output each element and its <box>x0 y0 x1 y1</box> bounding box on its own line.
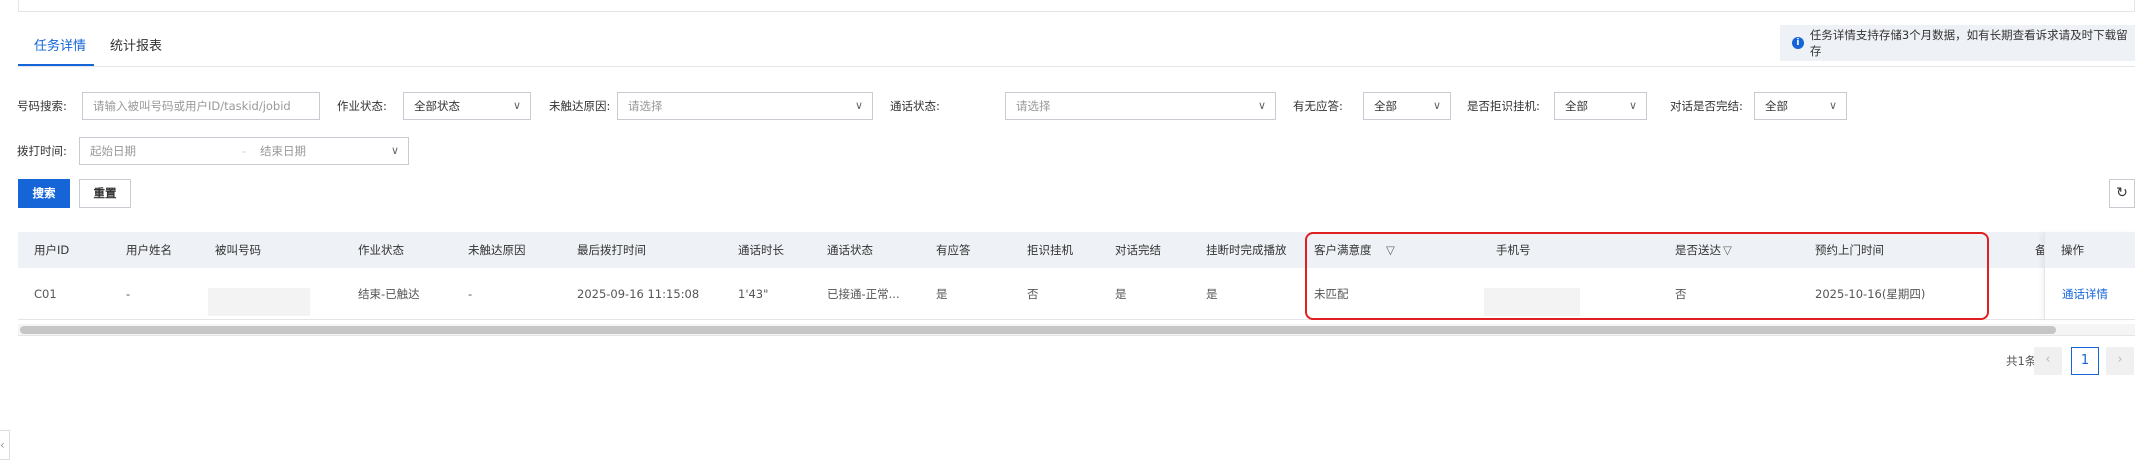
info-icon: i <box>1792 37 1804 49</box>
chevron-down-icon: ∨ <box>390 144 399 157</box>
chevron-left-icon: ‹ <box>0 438 5 452</box>
header-call-status: 通话状态 <box>827 243 873 257</box>
cell-reject-hangup: 否 <box>1027 287 1039 301</box>
call-status-placeholder: 请选择 <box>1016 99 1051 113</box>
total-count: 共1条 <box>2006 354 2037 368</box>
header-unreached-reason: 未触达原因 <box>468 243 526 257</box>
cell-user-name: - <box>126 287 131 301</box>
cell-job-status: 结束-已触达 <box>358 287 420 301</box>
range-separator: - <box>242 144 247 158</box>
next-page-button[interactable]: › <box>2106 347 2134 375</box>
header-job-status: 作业状态 <box>358 243 404 257</box>
job-status-select[interactable]: 全部状态 ∨ <box>403 92 531 120</box>
cell-answered: 是 <box>936 287 948 301</box>
header-called-number: 被叫号码 <box>215 243 261 257</box>
notice-banner: i 任务详情支持存储3个月数据，如有长期查看诉求请及时下载留存 <box>1780 25 2135 61</box>
refresh-button[interactable]: ↻ <box>2109 179 2135 208</box>
unreached-reason-select[interactable]: 请选择 ∨ <box>617 92 873 120</box>
reset-button[interactable]: 重置 <box>79 179 131 208</box>
chevron-down-icon: ∨ <box>1432 99 1441 112</box>
prev-page-button[interactable]: ‹ <box>2034 347 2062 375</box>
header-remark: 备 <box>2035 243 2044 257</box>
number-search-label: 号码搜索: <box>17 99 67 113</box>
header-user-id: 用户ID <box>34 243 70 257</box>
cell-dialog-complete: 是 <box>1115 287 1127 301</box>
header-dialog-complete: 对话完结 <box>1115 243 1161 257</box>
cell-hangup-playback-complete: 是 <box>1206 287 1218 301</box>
cell-user-id: C01 <box>34 287 57 301</box>
sidebar-collapse-toggle[interactable]: ‹ <box>0 430 10 460</box>
dialog-complete-value: 全部 <box>1765 99 1788 113</box>
dial-time-label: 拨打时间: <box>17 144 67 158</box>
header-action: 操作 <box>2061 243 2084 257</box>
end-date-input[interactable]: 结束日期 <box>260 138 306 164</box>
job-status-value: 全部状态 <box>414 99 460 113</box>
header-last-dial-time: 最后拨打时间 <box>577 243 646 257</box>
unreached-reason-placeholder: 请选择 <box>628 99 663 113</box>
call-details-link[interactable]: 通话详情 <box>2062 268 2108 320</box>
tab-statistics[interactable]: 统计报表 <box>110 36 162 66</box>
answered-select[interactable]: 全部 ∨ <box>1363 92 1451 120</box>
answered-value: 全部 <box>1374 99 1397 113</box>
page-1-button[interactable]: 1 <box>2071 347 2099 375</box>
answered-label: 有无应答: <box>1293 99 1343 113</box>
dial-time-range[interactable]: 起始日期 - 结束日期 ∨ <box>79 137 409 165</box>
cell-last-dial-time: 2025-09-16 11:15:08 <box>577 287 700 301</box>
header-hangup-playback-complete: 挂断时完成播放 <box>1206 243 1287 257</box>
chevron-down-icon: ∨ <box>1828 99 1837 112</box>
tabs-divider <box>18 66 2135 67</box>
reject-hangup-value: 全部 <box>1565 99 1588 113</box>
cell-unreached-reason: - <box>468 287 473 301</box>
cell-call-duration: 1'43" <box>738 287 769 301</box>
scrollbar-thumb[interactable] <box>20 326 2056 334</box>
dialog-complete-select[interactable]: 全部 ∨ <box>1754 92 1847 120</box>
cell-call-status: 已接通-正常... <box>827 287 900 301</box>
chevron-down-icon: ∨ <box>854 99 863 112</box>
masked-cell <box>208 288 310 316</box>
header-answered: 有应答 <box>936 243 971 257</box>
reject-hangup-select[interactable]: 全部 ∨ <box>1554 92 1647 120</box>
notice-text: 任务详情支持存储3个月数据，如有长期查看诉求请及时下载留存 <box>1809 28 2128 58</box>
highlight-box <box>1305 232 1989 320</box>
refresh-icon: ↻ <box>2116 185 2128 201</box>
search-button[interactable]: 搜索 <box>18 179 70 208</box>
chevron-down-icon: ∨ <box>1257 99 1266 112</box>
reject-hangup-label: 是否拒识挂机: <box>1467 99 1540 113</box>
header-user-name: 用户姓名 <box>126 243 172 257</box>
top-panel <box>18 0 2135 12</box>
tab-task-details[interactable]: 任务详情 <box>18 36 94 66</box>
call-status-label: 通话状态: <box>890 99 940 113</box>
header-call-duration: 通话时长 <box>738 243 784 257</box>
header-reject-hangup: 拒识挂机 <box>1027 243 1073 257</box>
chevron-down-icon: ∨ <box>512 99 521 112</box>
job-status-label: 作业状态: <box>337 99 387 113</box>
unreached-reason-label: 未触达原因: <box>549 99 611 113</box>
call-status-select[interactable]: 请选择 ∨ <box>1005 92 1276 120</box>
dialog-complete-label: 对话是否完结: <box>1670 99 1743 113</box>
start-date-input[interactable]: 起始日期 <box>90 144 136 158</box>
number-search-input[interactable]: 请输入被叫号码或用户ID/taskid/jobid <box>82 92 320 120</box>
chevron-down-icon: ∨ <box>1628 99 1637 112</box>
